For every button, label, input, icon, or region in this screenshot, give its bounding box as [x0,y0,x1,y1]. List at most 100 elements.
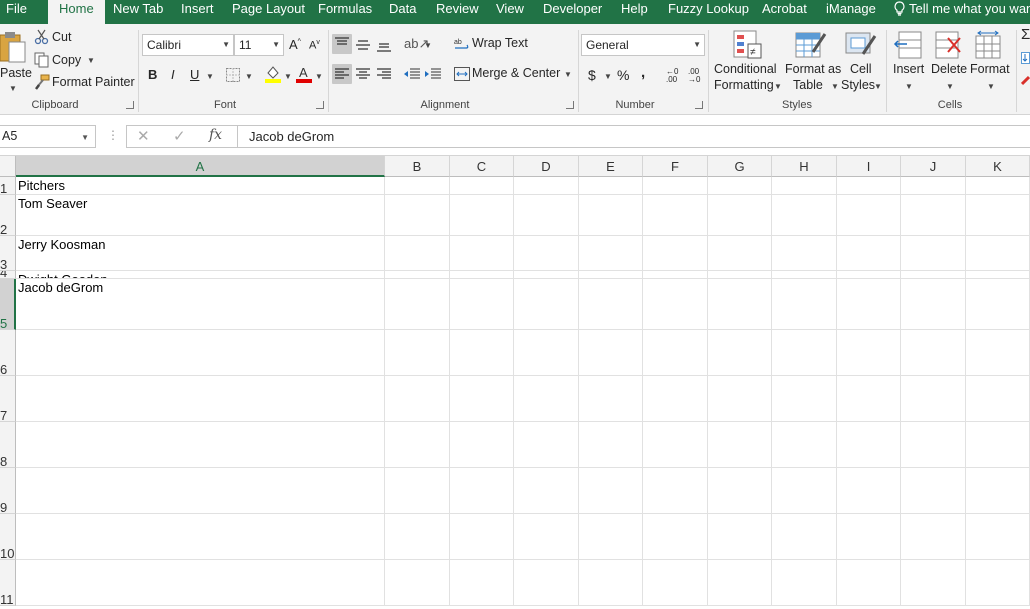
font-color-dropdown-icon[interactable]: ▼ [315,72,323,81]
cell-k4[interactable] [966,271,1030,279]
cell-f11[interactable] [643,560,708,606]
cell-h7[interactable] [772,376,837,422]
cell-i11[interactable] [837,560,901,606]
tab-developer[interactable]: Developer [543,0,602,24]
cell-a1[interactable]: Pitchers [16,177,385,195]
row-header-7[interactable]: 7 [0,376,16,422]
percent-button[interactable]: % [617,67,629,83]
cell-g11[interactable] [708,560,772,606]
align-center-icon[interactable] [356,68,370,80]
cut-button[interactable]: Cut [34,29,84,47]
fill-color-icon[interactable] [265,65,281,83]
cell-k9[interactable] [966,468,1030,514]
cell-k3[interactable] [966,236,1030,271]
cell-c6[interactable] [450,330,514,376]
cell-g6[interactable] [708,330,772,376]
cell-b4[interactable] [385,271,450,279]
column-header-c[interactable]: C [450,156,514,177]
bold-button[interactable]: B [148,67,157,82]
decrease-decimal-icon[interactable]: .00 →0 [688,68,700,84]
cell-d1[interactable] [514,177,579,195]
cell-g1[interactable] [708,177,772,195]
row-header-6[interactable]: 6 [0,330,16,376]
column-header-h[interactable]: H [772,156,837,177]
cell-e2[interactable] [579,195,643,236]
column-header-k[interactable]: K [966,156,1030,177]
cell-e11[interactable] [579,560,643,606]
cell-h9[interactable] [772,468,837,514]
tab-review[interactable]: Review [436,0,479,24]
cell-a6[interactable] [16,330,385,376]
column-header-e[interactable]: E [579,156,643,177]
cell-d5[interactable] [514,279,579,330]
cell-j7[interactable] [901,376,966,422]
cell-c8[interactable] [450,422,514,468]
cell-a7[interactable] [16,376,385,422]
cell-a3[interactable]: Jerry Koosman [16,236,385,271]
align-right-icon[interactable] [377,68,391,80]
cell-h4[interactable] [772,271,837,279]
cell-b6[interactable] [385,330,450,376]
cell-d8[interactable] [514,422,579,468]
formula-input[interactable]: Jacob deGrom [237,125,1030,148]
tab-acrobat[interactable]: Acrobat [762,0,807,24]
decrease-indent-icon[interactable] [404,68,420,80]
cell-b9[interactable] [385,468,450,514]
cell-e10[interactable] [579,514,643,560]
cell-k7[interactable] [966,376,1030,422]
cell-g4[interactable] [708,271,772,279]
tab-formulas[interactable]: Formulas [318,0,372,24]
cell-k10[interactable] [966,514,1030,560]
cell-a5[interactable]: Jacob deGrom [16,279,385,330]
cell-j4[interactable] [901,271,966,279]
cell-k2[interactable] [966,195,1030,236]
cell-g7[interactable] [708,376,772,422]
cell-b2[interactable] [385,195,450,236]
cell-f8[interactable] [643,422,708,468]
cell-e5[interactable] [579,279,643,330]
confirm-entry-icon[interactable]: ✓ [173,127,186,145]
cell-b7[interactable] [385,376,450,422]
cell-i10[interactable] [837,514,901,560]
cell-c4[interactable] [450,271,514,279]
cell-i1[interactable] [837,177,901,195]
font-name-dropdown[interactable]: Calibri ▼ [142,34,234,56]
merge-center-button[interactable]: Merge & Center ▼ [454,66,576,84]
tab-help[interactable]: Help [621,0,648,24]
cell-f5[interactable] [643,279,708,330]
cell-styles-button[interactable]: Cell Styles ▼ [841,30,885,94]
cell-c11[interactable] [450,560,514,606]
cell-h6[interactable] [772,330,837,376]
cell-j9[interactable] [901,468,966,514]
borders-dropdown-icon[interactable]: ▼ [245,72,253,81]
cell-a10[interactable] [16,514,385,560]
cell-c2[interactable] [450,195,514,236]
cell-g8[interactable] [708,422,772,468]
cell-d11[interactable] [514,560,579,606]
cell-i3[interactable] [837,236,901,271]
column-header-d[interactable]: D [514,156,579,177]
cell-g5[interactable] [708,279,772,330]
column-header-g[interactable]: G [708,156,772,177]
cell-f7[interactable] [643,376,708,422]
tab-insert[interactable]: Insert [181,0,214,24]
tab-data[interactable]: Data [389,0,416,24]
cell-d4[interactable] [514,271,579,279]
tab-fuzzy-lookup[interactable]: Fuzzy Lookup [668,0,749,24]
cell-a4[interactable]: Dwight Gooden [16,271,385,279]
row-header-8[interactable]: 8 [0,422,16,468]
font-color-icon[interactable]: A [296,65,312,83]
cell-c1[interactable] [450,177,514,195]
cell-c5[interactable] [450,279,514,330]
number-format-dropdown[interactable]: General ▼ [581,34,705,56]
tell-me-box[interactable]: Tell me what you want to do [893,0,1030,24]
select-all-button[interactable] [0,156,16,177]
insert-function-icon[interactable]: fx [209,127,222,143]
italic-button[interactable]: I [171,67,175,82]
tab-new-tab[interactable]: New Tab [113,0,163,24]
column-header-a[interactable]: A [16,156,385,177]
cell-b5[interactable] [385,279,450,330]
cell-e1[interactable] [579,177,643,195]
cell-b3[interactable] [385,236,450,271]
delete-cells-button[interactable]: Delete ▼ [930,30,970,94]
